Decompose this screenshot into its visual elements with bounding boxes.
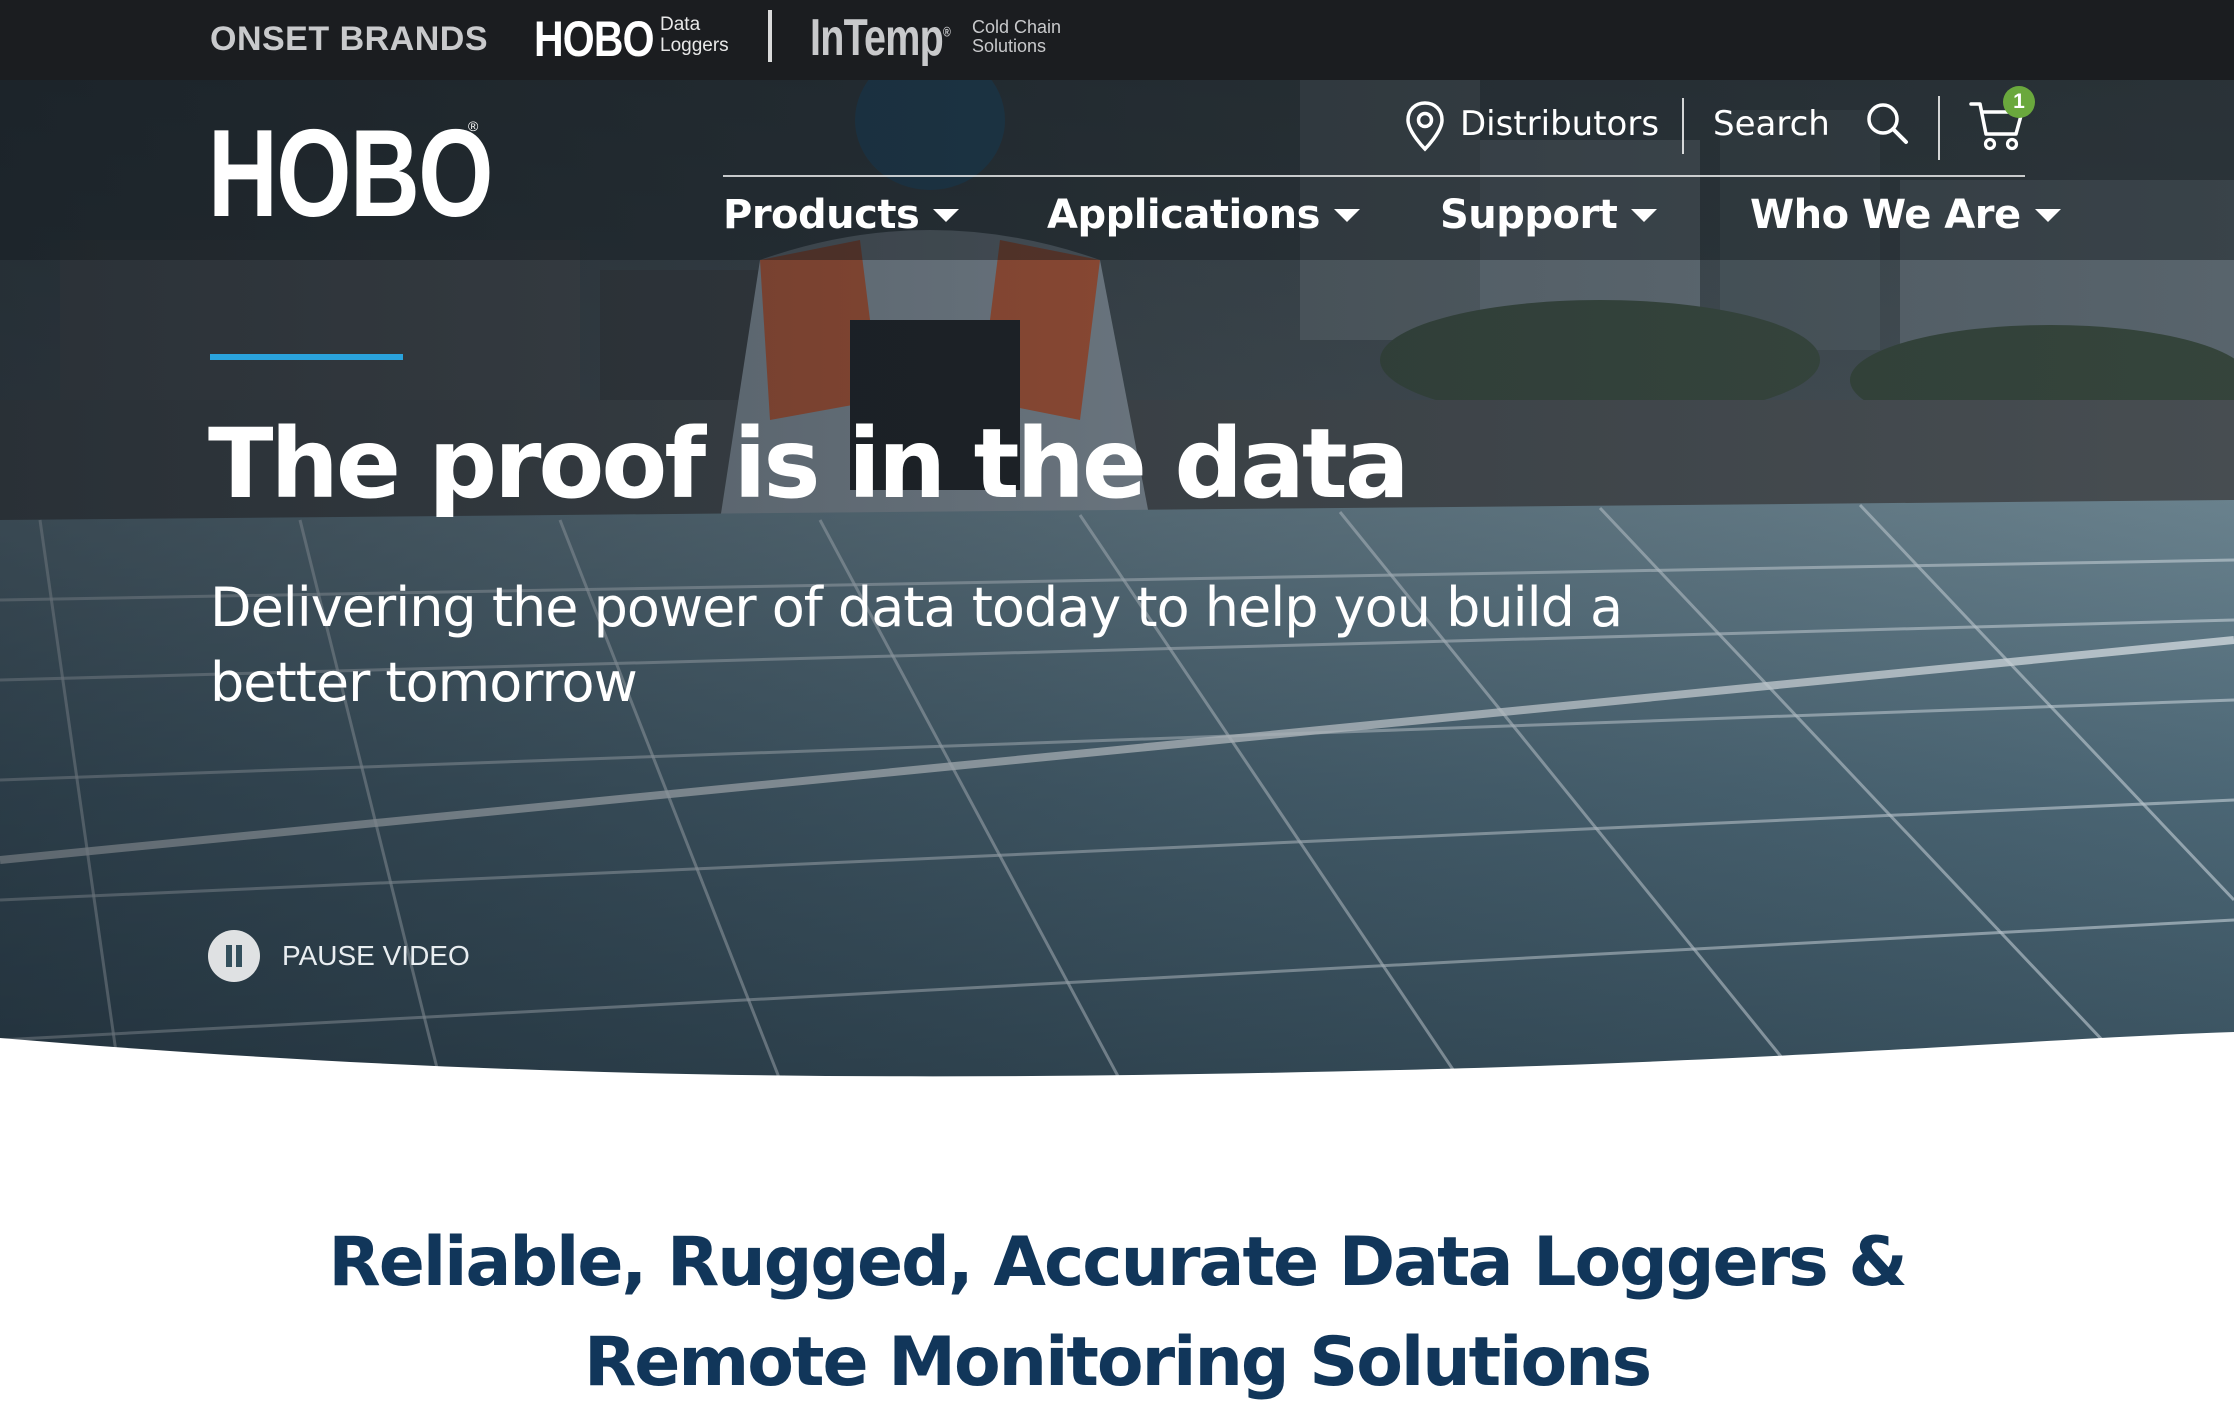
hobo-tagline-line2: Loggers (660, 35, 729, 56)
onset-brands-label: ONSET BRANDS (210, 20, 489, 58)
logo-registered-mark: ® (468, 118, 479, 134)
hero-accent-line (210, 354, 403, 360)
nav-who-we-are[interactable]: Who We Are (1750, 192, 2061, 238)
nav-products[interactable]: Products (723, 192, 960, 238)
pause-video-label: PAUSE VIDEO (282, 940, 470, 971)
chevron-down-icon (933, 208, 960, 222)
header-separator (1938, 96, 1940, 160)
cart-count-badge: 1 (2003, 86, 2035, 118)
nav-applications-label: Applications (1047, 192, 1320, 238)
header-separator (1682, 98, 1684, 154)
hero-title: The proof is in the data (208, 408, 1410, 520)
intemp-tagline-line2: Solutions (972, 36, 1047, 56)
intemp-tagline-line1: Cold Chain (972, 17, 1062, 37)
chevron-down-icon (1333, 208, 1360, 222)
nav-support[interactable]: Support (1440, 192, 1658, 238)
hero-wave-divider (0, 1032, 2234, 1080)
brand-divider (768, 10, 772, 62)
nav-support-label: Support (1440, 192, 1618, 238)
search-link[interactable]: Search (1713, 104, 1830, 144)
nav-applications[interactable]: Applications (1047, 192, 1360, 238)
location-pin-icon[interactable] (1404, 100, 1446, 152)
hobo-brand-tagline: Data Loggers (660, 14, 780, 56)
hero-subtitle: Delivering the power of data today to he… (210, 576, 1623, 714)
hobo-logo[interactable]: HOBO (208, 112, 493, 236)
chevron-down-icon (1631, 208, 1658, 222)
intemp-brand-tagline: Cold Chain Solutions (972, 18, 1092, 56)
intemp-brand-link[interactable]: InTemp® (810, 8, 951, 68)
intemp-brand-name: InTemp (810, 9, 944, 67)
nav-products-label: Products (723, 192, 920, 238)
distributors-link[interactable]: Distributors (1460, 104, 1659, 144)
pause-video-button[interactable]: PAUSE VIDEO (208, 930, 470, 982)
chevron-down-icon (2034, 208, 2061, 222)
search-icon[interactable] (1864, 100, 1910, 146)
brand-strip: ONSET BRANDS HOBO Data Loggers InTemp® C… (0, 0, 2234, 80)
pause-icon (208, 930, 260, 982)
hero: ONSET BRANDS HOBO Data Loggers InTemp® C… (0, 0, 2234, 1080)
nav-who-we-are-label: Who We Are (1750, 192, 2021, 238)
intemp-registered-mark: ® (943, 23, 951, 40)
hobo-tagline-line1: Data (660, 14, 701, 35)
nav-divider (723, 175, 2025, 177)
section-heading: Reliable, Rugged, Accurate Data Loggers … (328, 1223, 1907, 1402)
hobo-brand-link[interactable]: HOBO (534, 10, 655, 68)
